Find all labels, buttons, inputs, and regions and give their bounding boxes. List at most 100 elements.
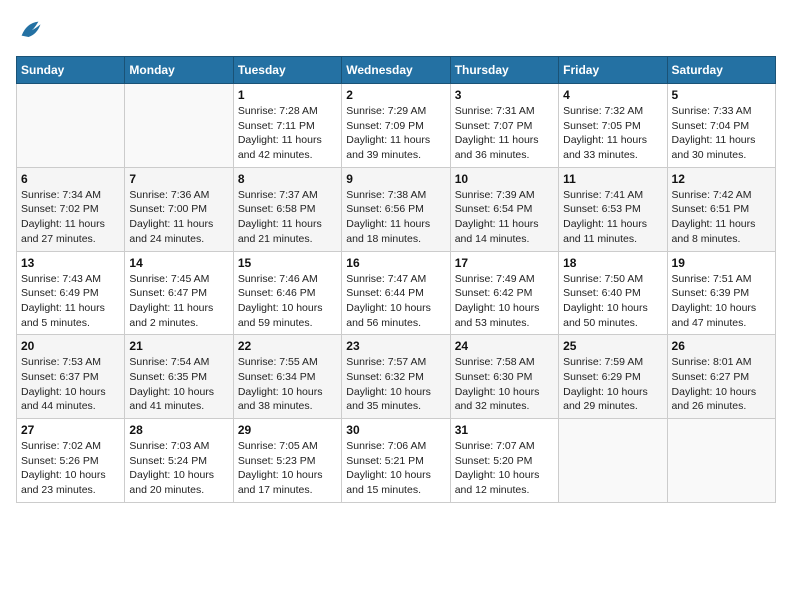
calendar-cell: 3 Sunrise: 7:31 AM Sunset: 7:07 PM Daylig… (450, 84, 558, 168)
calendar-cell: 12 Sunrise: 7:42 AM Sunset: 6:51 PM Dayli… (667, 167, 775, 251)
calendar-week-row: 20Sunrise: 7:53 AM Sunset: 6:37 PM Dayli… (17, 335, 776, 419)
calendar-cell: 25 Sunrise: 7:59 AM Sunset: 6:29 PM Dayli… (559, 335, 667, 419)
day-number: 26 (672, 339, 771, 353)
day-info: Sunrise: 7:07 AM Sunset: 5:20 PM Dayligh… (455, 439, 554, 498)
day-info: Sunrise: 7:58 AM Sunset: 6:30 PM Dayligh… (455, 355, 554, 414)
day-number: 31 (455, 423, 554, 437)
calendar-cell: 1 Sunrise: 7:28 AM Sunset: 7:11 PM Daylig… (233, 84, 341, 168)
day-number: 20 (21, 339, 120, 353)
calendar-cell: 21Sunrise: 7:54 AM Sunset: 6:35 PM Dayli… (125, 335, 233, 419)
day-number: 15 (238, 256, 337, 270)
calendar-cell: 23 Sunrise: 7:57 AM Sunset: 6:32 PM Dayli… (342, 335, 450, 419)
logo (16, 16, 48, 44)
calendar-cell: 24 Sunrise: 7:58 AM Sunset: 6:30 PM Dayli… (450, 335, 558, 419)
calendar-cell (17, 84, 125, 168)
day-number: 17 (455, 256, 554, 270)
calendar-cell: 29 Sunrise: 7:05 AM Sunset: 5:23 PM Dayli… (233, 419, 341, 503)
day-number: 1 (238, 88, 337, 102)
day-number: 19 (672, 256, 771, 270)
day-number: 18 (563, 256, 662, 270)
calendar-week-row: 6Sunrise: 7:34 AM Sunset: 7:02 PM Daylig… (17, 167, 776, 251)
day-number: 7 (129, 172, 228, 186)
calendar-cell: 22 Sunrise: 7:55 AM Sunset: 6:34 PM Dayli… (233, 335, 341, 419)
day-number: 11 (563, 172, 662, 186)
day-number: 25 (563, 339, 662, 353)
calendar-week-row: 1 Sunrise: 7:28 AM Sunset: 7:11 PM Daylig… (17, 84, 776, 168)
calendar-cell: 8 Sunrise: 7:37 AM Sunset: 6:58 PM Daylig… (233, 167, 341, 251)
calendar-cell: 31 Sunrise: 7:07 AM Sunset: 5:20 PM Dayli… (450, 419, 558, 503)
day-header-saturday: Saturday (667, 57, 775, 84)
day-info: Sunrise: 7:59 AM Sunset: 6:29 PM Dayligh… (563, 355, 662, 414)
day-info: Sunrise: 7:29 AM Sunset: 7:09 PM Dayligh… (346, 104, 445, 163)
day-number: 5 (672, 88, 771, 102)
day-info: Sunrise: 7:31 AM Sunset: 7:07 PM Dayligh… (455, 104, 554, 163)
day-number: 8 (238, 172, 337, 186)
day-info: Sunrise: 7:46 AM Sunset: 6:46 PM Dayligh… (238, 272, 337, 331)
day-number: 2 (346, 88, 445, 102)
day-info: Sunrise: 7:42 AM Sunset: 6:51 PM Dayligh… (672, 188, 771, 247)
day-number: 3 (455, 88, 554, 102)
day-number: 27 (21, 423, 120, 437)
calendar-cell: 20Sunrise: 7:53 AM Sunset: 6:37 PM Dayli… (17, 335, 125, 419)
day-number: 28 (129, 423, 228, 437)
calendar-cell: 30 Sunrise: 7:06 AM Sunset: 5:21 PM Dayli… (342, 419, 450, 503)
day-info: Sunrise: 7:28 AM Sunset: 7:11 PM Dayligh… (238, 104, 337, 163)
calendar-cell: 4 Sunrise: 7:32 AM Sunset: 7:05 PM Daylig… (559, 84, 667, 168)
calendar-cell: 2 Sunrise: 7:29 AM Sunset: 7:09 PM Daylig… (342, 84, 450, 168)
calendar-cell: 9Sunrise: 7:38 AM Sunset: 6:56 PM Daylig… (342, 167, 450, 251)
day-info: Sunrise: 7:54 AM Sunset: 6:35 PM Dayligh… (129, 355, 228, 414)
day-info: Sunrise: 7:32 AM Sunset: 7:05 PM Dayligh… (563, 104, 662, 163)
day-header-sunday: Sunday (17, 57, 125, 84)
calendar-cell: 10 Sunrise: 7:39 AM Sunset: 6:54 PM Dayli… (450, 167, 558, 251)
day-info: Sunrise: 7:47 AM Sunset: 6:44 PM Dayligh… (346, 272, 445, 331)
day-info: Sunrise: 7:33 AM Sunset: 7:04 PM Dayligh… (672, 104, 771, 163)
day-info: Sunrise: 7:06 AM Sunset: 5:21 PM Dayligh… (346, 439, 445, 498)
day-number: 24 (455, 339, 554, 353)
day-info: Sunrise: 7:36 AM Sunset: 7:00 PM Dayligh… (129, 188, 228, 247)
day-info: Sunrise: 7:43 AM Sunset: 6:49 PM Dayligh… (21, 272, 120, 331)
day-number: 10 (455, 172, 554, 186)
day-info: Sunrise: 7:05 AM Sunset: 5:23 PM Dayligh… (238, 439, 337, 498)
calendar-cell (667, 419, 775, 503)
day-info: Sunrise: 7:55 AM Sunset: 6:34 PM Dayligh… (238, 355, 337, 414)
day-info: Sunrise: 7:49 AM Sunset: 6:42 PM Dayligh… (455, 272, 554, 331)
day-number: 23 (346, 339, 445, 353)
day-number: 29 (238, 423, 337, 437)
day-info: Sunrise: 7:45 AM Sunset: 6:47 PM Dayligh… (129, 272, 228, 331)
calendar-cell: 17 Sunrise: 7:49 AM Sunset: 6:42 PM Dayli… (450, 251, 558, 335)
day-info: Sunrise: 7:50 AM Sunset: 6:40 PM Dayligh… (563, 272, 662, 331)
calendar-cell: 5 Sunrise: 7:33 AM Sunset: 7:04 PM Daylig… (667, 84, 775, 168)
logo-icon (16, 16, 44, 44)
day-number: 14 (129, 256, 228, 270)
calendar-cell: 28 Sunrise: 7:03 AM Sunset: 5:24 PM Dayli… (125, 419, 233, 503)
day-header-wednesday: Wednesday (342, 57, 450, 84)
page-header (16, 16, 776, 44)
day-number: 22 (238, 339, 337, 353)
calendar-cell: 26Sunrise: 8:01 AM Sunset: 6:27 PM Dayli… (667, 335, 775, 419)
day-info: Sunrise: 7:51 AM Sunset: 6:39 PM Dayligh… (672, 272, 771, 331)
calendar-cell: 7 Sunrise: 7:36 AM Sunset: 7:00 PM Daylig… (125, 167, 233, 251)
day-number: 30 (346, 423, 445, 437)
day-header-monday: Monday (125, 57, 233, 84)
day-info: Sunrise: 7:37 AM Sunset: 6:58 PM Dayligh… (238, 188, 337, 247)
calendar-cell: 13Sunrise: 7:43 AM Sunset: 6:49 PM Dayli… (17, 251, 125, 335)
calendar-cell: 19 Sunrise: 7:51 AM Sunset: 6:39 PM Dayli… (667, 251, 775, 335)
day-header-friday: Friday (559, 57, 667, 84)
calendar-cell: 18 Sunrise: 7:50 AM Sunset: 6:40 PM Dayli… (559, 251, 667, 335)
calendar-week-row: 27Sunrise: 7:02 AM Sunset: 5:26 PM Dayli… (17, 419, 776, 503)
calendar-header-row: SundayMondayTuesdayWednesdayThursdayFrid… (17, 57, 776, 84)
calendar-table: SundayMondayTuesdayWednesdayThursdayFrid… (16, 56, 776, 503)
day-info: Sunrise: 7:03 AM Sunset: 5:24 PM Dayligh… (129, 439, 228, 498)
calendar-cell: 27Sunrise: 7:02 AM Sunset: 5:26 PM Dayli… (17, 419, 125, 503)
day-info: Sunrise: 7:39 AM Sunset: 6:54 PM Dayligh… (455, 188, 554, 247)
day-number: 4 (563, 88, 662, 102)
calendar-cell: 14 Sunrise: 7:45 AM Sunset: 6:47 PM Dayli… (125, 251, 233, 335)
day-header-tuesday: Tuesday (233, 57, 341, 84)
calendar-cell: 15 Sunrise: 7:46 AM Sunset: 6:46 PM Dayli… (233, 251, 341, 335)
calendar-cell: 16Sunrise: 7:47 AM Sunset: 6:44 PM Dayli… (342, 251, 450, 335)
calendar-cell (559, 419, 667, 503)
day-header-thursday: Thursday (450, 57, 558, 84)
day-info: Sunrise: 7:34 AM Sunset: 7:02 PM Dayligh… (21, 188, 120, 247)
day-number: 12 (672, 172, 771, 186)
day-info: Sunrise: 7:57 AM Sunset: 6:32 PM Dayligh… (346, 355, 445, 414)
